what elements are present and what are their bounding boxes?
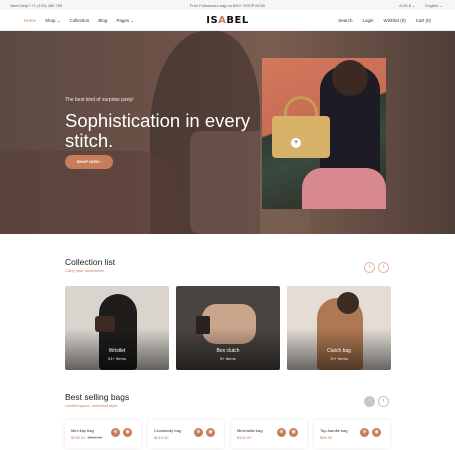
product-name[interactable]: Mini flap bag <box>71 428 94 433</box>
quick-view-icon[interactable]: ◉ <box>123 428 132 437</box>
bestselling-title: Best selling bags <box>65 392 130 402</box>
add-to-cart-icon[interactable]: ⊕ <box>194 428 203 437</box>
collection-prev-button[interactable]: ‹ <box>364 262 375 273</box>
current-price: $219.00 <box>154 435 169 440</box>
nav-login[interactable]: Login <box>362 18 373 23</box>
quick-view-icon[interactable]: ◉ <box>289 428 298 437</box>
handbag <box>272 116 330 158</box>
product-name[interactable]: Crossbody bag <box>154 428 181 433</box>
quick-view-icon[interactable]: ◉ <box>372 428 381 437</box>
collection-subtitle: Carry your confidence <box>65 268 105 273</box>
product-price: $219.00 <box>154 435 168 440</box>
current-price: $120.00 <box>237 435 252 440</box>
shop-now-button[interactable]: SHOP NOW › <box>65 155 113 169</box>
card-count: 8+ Items <box>220 356 236 361</box>
hero-product-image: + <box>262 58 386 209</box>
collection-next-button[interactable]: › <box>378 262 389 273</box>
product-card[interactable]: Crossbody bag $219.00 ⊕ ◉ <box>148 420 224 448</box>
hero-tagline: The best kind of surprise party! <box>65 97 134 103</box>
current-price: $96.00 <box>320 435 333 440</box>
hero-headline: Sophistication in every stitch. <box>65 110 251 151</box>
current-price: $255.00 <box>71 435 86 440</box>
collection-card-clutch-bag[interactable]: Clutch bag 10+ Items <box>287 286 391 370</box>
top-bar-right: AUD $ ⌄ English ⌄ <box>399 3 443 8</box>
collection-card-box-clutch[interactable]: Box clutch 8+ Items <box>176 286 280 370</box>
product-name[interactable]: Minimalist bag <box>237 428 263 433</box>
quick-view-icon[interactable]: ◉ <box>206 428 215 437</box>
logo-left: IS <box>206 15 219 26</box>
product-price: $96.00 <box>320 435 332 440</box>
card-title: Wristlet <box>108 348 126 354</box>
currency-select[interactable]: AUD $ ⌄ <box>399 3 415 8</box>
add-to-cart-icon[interactable]: ⊕ <box>111 428 120 437</box>
logo-right: BEL <box>226 15 249 26</box>
card-title: Box clutch <box>216 348 240 354</box>
hero-banner: The best kind of surprise party! Sophist… <box>0 31 455 234</box>
product-name[interactable]: Top-handle bag <box>320 428 348 433</box>
model-skirt <box>302 168 386 209</box>
collection-card-wristlet[interactable]: Wristlet 51+ Items <box>65 286 169 370</box>
product-card[interactable]: Mini flap bag $255.00 $295.00 ⊕ ◉ <box>65 420 141 448</box>
card-count: 10+ Items <box>330 356 348 361</box>
bestselling-prev-button[interactable]: ‹ <box>364 396 375 407</box>
model-hair <box>332 60 368 96</box>
collection-title: Collection list <box>65 257 116 267</box>
bestselling-next-button[interactable]: › <box>378 396 389 407</box>
product-price: $255.00 $295.00 <box>71 435 102 440</box>
language-select[interactable]: English ⌄ <box>425 3 443 8</box>
main-nav: Home Shop ⌄ Collection Blog Pages ⌄ ISAB… <box>0 10 455 31</box>
plus-icon[interactable]: + <box>291 138 301 148</box>
nav-cart[interactable]: Cart (0) <box>416 18 431 23</box>
bestselling-subtitle: Limited space, unlimited style <box>65 403 118 408</box>
product-card[interactable]: Minimalist bag $120.00 ⊕ ◉ <box>231 420 307 448</box>
card-title: Clutch bag <box>327 348 351 354</box>
promo-banner[interactable]: Free Fallowears bag on $45+ SHOP NOW <box>0 3 455 8</box>
add-to-cart-icon[interactable]: ⊕ <box>277 428 286 437</box>
add-to-cart-icon[interactable]: ⊕ <box>360 428 369 437</box>
product-price: $120.00 <box>237 435 251 440</box>
product-card[interactable]: Top-handle bag $96.00 ⊕ ◉ <box>314 420 390 448</box>
nav-search[interactable]: Search <box>338 18 352 23</box>
card-count: 51+ Items <box>108 356 126 361</box>
top-bar: Need help? +1 (123) 456 789 Free Fallowe… <box>0 0 455 10</box>
nav-right-links: Search Login Wishlist (0) Cart (0) <box>338 18 431 23</box>
nav-wishlist[interactable]: Wishlist (0) <box>383 18 405 23</box>
old-price: $295.00 <box>87 435 102 440</box>
